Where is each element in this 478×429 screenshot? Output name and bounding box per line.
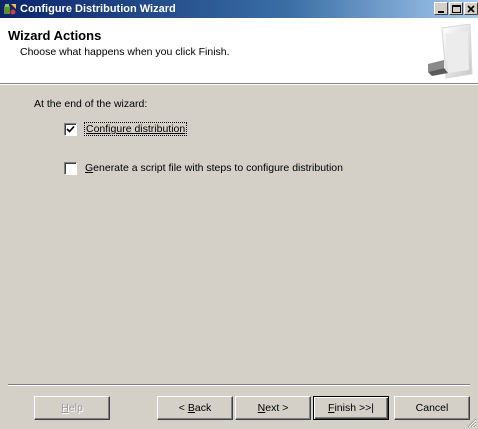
next-button[interactable]: Next >	[235, 396, 311, 420]
window-title: Configure Distribution Wizard	[20, 3, 176, 15]
resize-grip-icon[interactable]	[465, 416, 477, 428]
configure-distribution-label[interactable]: Configure distribution	[83, 122, 188, 136]
server-graphic-icon	[428, 24, 473, 79]
wizard-header: Wizard Actions Choose what happens when …	[0, 18, 478, 84]
generate-script-label-rest: enerate a script file with steps to conf…	[93, 162, 343, 174]
next-button-rest: ext >	[265, 402, 289, 414]
wizard-prompt: At the end of the wizard:	[34, 98, 148, 110]
window-controls	[434, 2, 478, 15]
minimize-icon[interactable]	[434, 2, 448, 15]
wizard-app-icon	[4, 4, 16, 15]
page-title: Wizard Actions	[8, 28, 102, 43]
back-button-mnemonic: B	[187, 402, 195, 414]
cancel-button[interactable]: Cancel	[394, 396, 470, 420]
generate-script-mnemonic: G	[85, 162, 94, 174]
button-separator	[8, 384, 470, 386]
help-button-rest: elp	[68, 402, 83, 414]
generate-script-checkbox[interactable]	[64, 161, 77, 175]
back-button-rest: ack	[194, 402, 212, 414]
header-divider	[0, 84, 478, 85]
checkmark-icon	[66, 125, 75, 133]
finish-button[interactable]: Finish >>|	[313, 396, 389, 420]
maximize-icon[interactable]	[449, 2, 463, 15]
page-subtitle: Choose what happens when you click Finis…	[20, 46, 230, 58]
configure-distribution-option[interactable]: Configure distribution	[64, 122, 188, 136]
generate-script-option[interactable]: Generate a script file with steps to con…	[64, 161, 343, 175]
close-icon[interactable]	[464, 2, 478, 15]
configure-distribution-checkbox[interactable]	[64, 122, 77, 136]
back-button-pre: <	[178, 402, 188, 414]
wizard-window: Configure Distribution Wizard Wizard Act…	[0, 0, 478, 429]
help-button[interactable]: Help	[34, 396, 110, 420]
title-bar[interactable]: Configure Distribution Wizard	[0, 0, 478, 18]
help-button-mnemonic: H	[61, 402, 69, 414]
back-button[interactable]: < Back	[157, 396, 233, 420]
finish-button-rest: inish >>|	[334, 402, 374, 414]
generate-script-label[interactable]: Generate a script file with steps to con…	[85, 162, 343, 174]
